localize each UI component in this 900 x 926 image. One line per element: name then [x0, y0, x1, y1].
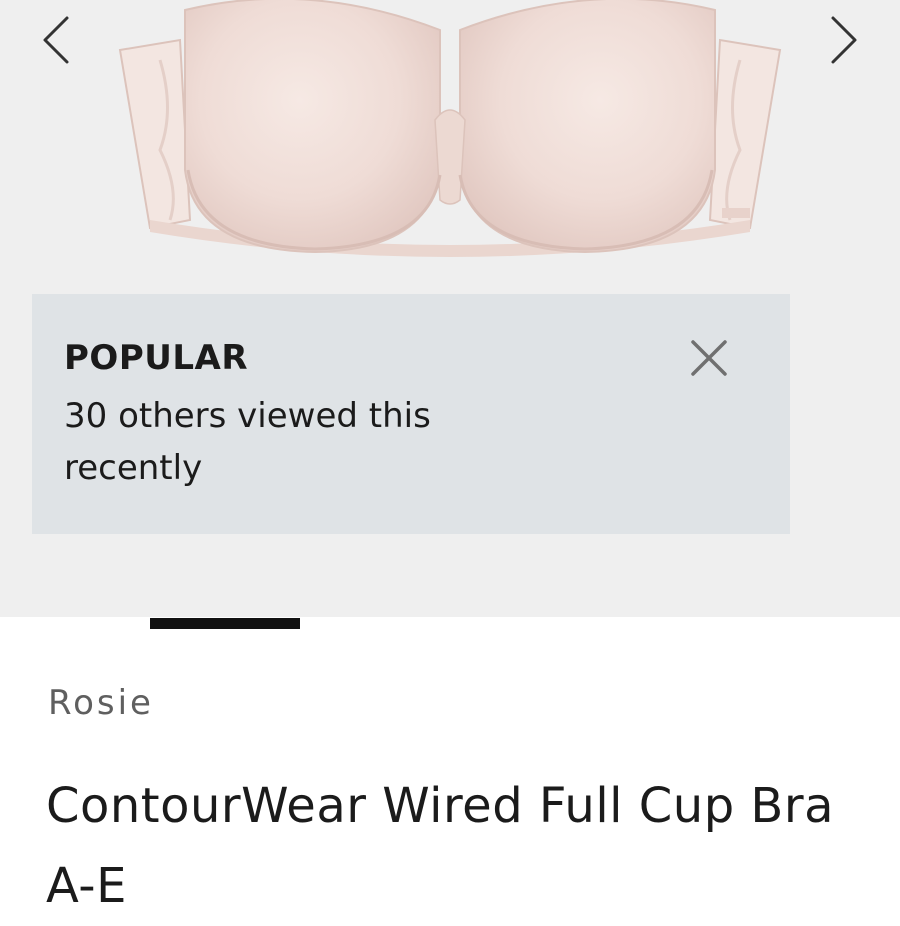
popular-notification: POPULAR 30 others viewed this recently [32, 294, 790, 534]
popup-title: POPULAR [64, 338, 249, 378]
close-icon[interactable] [687, 336, 731, 380]
brand-name[interactable]: Rosie [48, 683, 154, 723]
chevron-right-icon[interactable] [815, 10, 875, 70]
product-image-gallery[interactable]: POPULAR 30 others viewed this recently [0, 0, 900, 617]
chevron-left-icon[interactable] [25, 10, 85, 70]
product-title: ContourWear Wired Full Cup Bra A-E [46, 778, 834, 914]
popup-message: 30 others viewed this recently [64, 396, 431, 488]
gallery-indicator-active[interactable] [150, 618, 300, 629]
product-image [118, 0, 782, 257]
